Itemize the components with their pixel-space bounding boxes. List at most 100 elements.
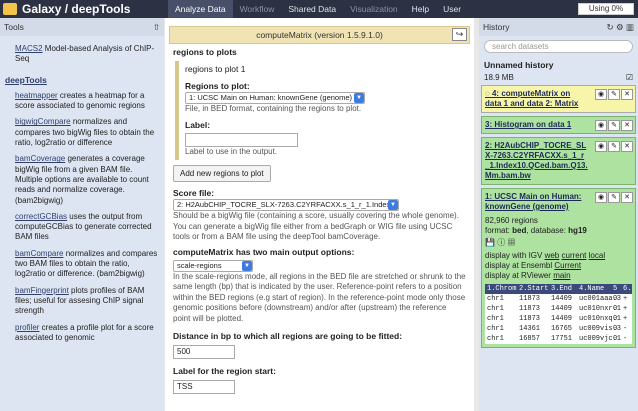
tool-item[interactable]: correctGCBias uses the output from compu… bbox=[15, 212, 158, 243]
regions-select[interactable]: 1: UCSC Main on Human: knownGene (genome… bbox=[185, 92, 365, 104]
tool-link[interactable]: bamFingerprint bbox=[15, 286, 69, 295]
check-icon[interactable]: ☑ bbox=[626, 73, 633, 82]
tool-panel-title: Tools bbox=[4, 22, 24, 32]
form-body: regions to plots regions to plot 1 Regio… bbox=[165, 44, 474, 394]
label-label: Label: bbox=[185, 119, 211, 130]
mode-label: computeMatrix has two main output option… bbox=[173, 246, 355, 257]
regions-help: File, in BED format, containing the regi… bbox=[185, 104, 362, 113]
igv-current-link[interactable]: current bbox=[562, 251, 587, 260]
tool-item[interactable]: bigwigCompare normalizes and compares tw… bbox=[15, 117, 158, 148]
table-row: chr1 11873 14409 uc010nxq.1 0 + bbox=[485, 314, 632, 324]
visualize-icon[interactable]: ▦ bbox=[507, 238, 515, 247]
score-help: Should be a bigWig file (containing a sc… bbox=[173, 211, 459, 241]
history-panel: History ↻ ⚙ ▥ search datasets Unnamed his… bbox=[479, 18, 638, 411]
tool-link[interactable]: bamCompare bbox=[15, 249, 63, 258]
eye-icon[interactable]: ◉ bbox=[595, 141, 607, 152]
gear-icon[interactable]: ⚙ bbox=[616, 22, 624, 32]
history-header: History ↻ ⚙ ▥ bbox=[479, 18, 638, 36]
pencil-icon[interactable]: ✎ bbox=[608, 141, 620, 152]
table-row: chr1 11873 14409 uc001aaa.3 0 + bbox=[485, 294, 632, 304]
regions-repeat: regions to plot 1 Regions to plot: 1: UC… bbox=[175, 61, 466, 160]
delete-icon[interactable]: ✕ bbox=[621, 192, 633, 203]
table-row: chr1 11873 14409 uc010nxr.1 0 + bbox=[485, 304, 632, 314]
share-icon[interactable]: ↪ bbox=[452, 28, 467, 41]
nav-visualization[interactable]: Visualization bbox=[343, 0, 405, 18]
tool-link[interactable]: heatmapper bbox=[15, 91, 58, 100]
save-icon[interactable]: 💾 bbox=[485, 238, 495, 247]
dataset-item[interactable]: 3: Histogram on data 1 ◉ ✎ ✕ bbox=[481, 116, 636, 134]
tool-item[interactable]: heatmapper creates a heatmap for a score… bbox=[15, 91, 158, 112]
igv-local-link[interactable]: local bbox=[589, 251, 605, 260]
table-row: chr1 16857 17751 uc009vjc.1 0- bbox=[485, 334, 632, 344]
galaxy-logo-icon bbox=[3, 3, 17, 15]
region-start-input[interactable]: TSS bbox=[173, 380, 235, 394]
pencil-icon[interactable]: ✎ bbox=[608, 120, 620, 131]
ensembl-current-link[interactable]: Current bbox=[554, 261, 581, 270]
dataset-format: format: bed, database: hg19 bbox=[485, 226, 587, 235]
distance-input[interactable]: 500 bbox=[173, 345, 235, 359]
dataset-item[interactable]: 2: H2AubCHIP_TOCRE_SLX-7263.C2YRFACXX.s_… bbox=[481, 137, 636, 185]
refresh-icon[interactable]: ↻ bbox=[606, 22, 613, 32]
history-size-row: 18.9 MB ☑ bbox=[484, 73, 633, 82]
brand[interactable]: Galaxy / deepTools bbox=[0, 2, 168, 16]
dataset-item-expanded[interactable]: 1: UCSC Main on Human: knownGene (genome… bbox=[481, 188, 636, 348]
delete-icon[interactable]: ✕ bbox=[621, 89, 633, 100]
tool-link[interactable]: MACS2 bbox=[15, 44, 43, 53]
rviewer-main-link[interactable]: main bbox=[553, 271, 570, 280]
spinner-icon: ◌ bbox=[485, 89, 492, 98]
tool-form: computeMatrix (version 1.5.9.1.0) ↪ regio… bbox=[165, 18, 474, 411]
regions-heading: regions to plots bbox=[173, 47, 237, 57]
chevron-down-icon: ▼ bbox=[354, 93, 364, 103]
tool-item[interactable]: bamCompare normalizes and compares two B… bbox=[15, 249, 158, 280]
search-datasets-input[interactable]: search datasets bbox=[484, 40, 633, 53]
history-name[interactable]: Unnamed history bbox=[484, 60, 633, 70]
masthead: Galaxy / deepTools Analyze Data Workflow… bbox=[0, 0, 638, 18]
label-input[interactable] bbox=[185, 132, 298, 147]
mode-help: In the scale-regions mode, all regions i… bbox=[173, 271, 466, 323]
dataset-count: 82,960 regions bbox=[485, 216, 538, 225]
add-regions-button[interactable]: Add new regions to plot bbox=[173, 165, 271, 182]
igv-web-link[interactable]: web bbox=[545, 251, 560, 260]
table-header: 1.Chrom 2.Start 3.End 4.Name 5 6. bbox=[487, 285, 632, 293]
regions-label: Regions to plot: bbox=[185, 81, 250, 91]
tool-panel-header: Tools ⇧ bbox=[0, 18, 164, 36]
region-start-label: Label for the region start: bbox=[173, 366, 276, 376]
eye-icon[interactable]: ◉ bbox=[595, 120, 607, 131]
distance-label: Distance in bp to which all regions are … bbox=[173, 331, 403, 341]
tool-panel: Tools ⇧ MACS2 Model-based Analysis of ChI… bbox=[0, 18, 164, 411]
dataset-item[interactable]: ◌ 4: computeMatrix on data 1 and data 2:… bbox=[481, 85, 636, 113]
tool-macs2[interactable]: MACS2 Model-based Analysis of ChIP-Seq bbox=[15, 44, 158, 65]
mode-select[interactable]: scale-regions ▼ bbox=[173, 259, 253, 272]
info-icon[interactable]: ⓘ bbox=[497, 238, 505, 247]
score-label: Score file: bbox=[173, 188, 215, 198]
nav-analyze-data[interactable]: Analyze Data bbox=[168, 0, 233, 18]
nav-shared-data[interactable]: Shared Data bbox=[281, 0, 343, 18]
chevron-down-icon: ▼ bbox=[242, 260, 252, 271]
eye-icon[interactable]: ◉ bbox=[595, 192, 607, 203]
nav-user[interactable]: User bbox=[436, 0, 468, 18]
upload-icon[interactable]: ⇧ bbox=[153, 22, 160, 33]
history-title: History bbox=[483, 22, 510, 32]
tool-item[interactable]: bamFingerprint plots profiles of BAM fil… bbox=[15, 286, 158, 317]
pencil-icon[interactable]: ✎ bbox=[608, 89, 620, 100]
nav-help[interactable]: Help bbox=[405, 0, 436, 18]
tool-list: MACS2 Model-based Analysis of ChIP-Seq d… bbox=[0, 36, 164, 343]
tool-link[interactable]: bigwigCompare bbox=[15, 117, 71, 126]
tool-item[interactable]: profiler creates a profile plot for a sc… bbox=[15, 323, 158, 344]
pencil-icon[interactable]: ✎ bbox=[608, 192, 620, 203]
eye-icon[interactable]: ◉ bbox=[595, 89, 607, 100]
label-help: Label to use in the output. bbox=[185, 146, 278, 156]
tool-link[interactable]: profiler bbox=[15, 323, 39, 332]
columns-icon[interactable]: ▥ bbox=[626, 22, 634, 32]
dataset-actions: 💾 ⓘ ▦ bbox=[485, 238, 632, 248]
tool-link[interactable]: correctGCBias bbox=[15, 212, 67, 221]
main-nav: Analyze Data Workflow Shared Data Visual… bbox=[168, 0, 468, 18]
score-select[interactable]: 2: H2AubCHIP_TOCRE_SLX-7263.C2YRFACXX.s_… bbox=[173, 199, 399, 211]
tool-link[interactable]: bamCoverage bbox=[15, 154, 65, 163]
delete-icon[interactable]: ✕ bbox=[621, 141, 633, 152]
dataset-peek-table: 1.Chrom 2.Start 3.End 4.Name 5 6. chr1 11873 14… bbox=[485, 284, 632, 344]
nav-workflow[interactable]: Workflow bbox=[233, 0, 282, 18]
tool-item[interactable]: bamCoverage generates a coverage bigWig … bbox=[15, 154, 158, 205]
section-deeptools[interactable]: deepTools bbox=[5, 75, 158, 85]
delete-icon[interactable]: ✕ bbox=[621, 120, 633, 131]
